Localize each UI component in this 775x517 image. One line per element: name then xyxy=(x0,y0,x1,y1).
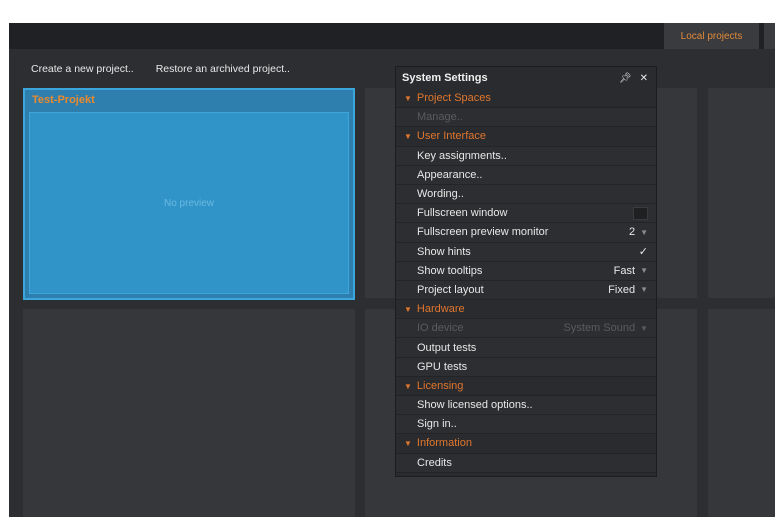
panel-header: System Settings 📌︎ ✕ xyxy=(396,67,656,89)
credits-item[interactable]: Credits xyxy=(396,453,656,473)
key-assignments-item[interactable]: Key assignments.. xyxy=(396,146,656,166)
project-layout-dropdown[interactable]: Fixed ▼ xyxy=(608,284,648,296)
restore-project-link[interactable]: Restore an archived project.. xyxy=(156,63,290,75)
tab-overflow[interactable] xyxy=(764,23,775,49)
panel-title: System Settings xyxy=(402,72,488,84)
top-bar: Local projects xyxy=(9,23,775,49)
show-tooltips-dropdown[interactable]: Fast ▼ xyxy=(614,265,648,277)
project-card[interactable]: Test-Projekt No preview xyxy=(23,88,355,300)
tab-local-projects[interactable]: Local projects xyxy=(664,23,759,49)
checkmark-icon[interactable]: ✓ xyxy=(639,245,648,258)
show-hints-item: Show hints ✓ xyxy=(396,242,656,262)
fullscreen-preview-monitor-dropdown[interactable]: 2 ▼ xyxy=(629,226,648,238)
dropdown-arrow-icon: ▼ xyxy=(640,285,648,295)
project-layout-item: Project layout Fixed ▼ xyxy=(396,280,656,301)
appearance-item[interactable]: Appearance.. xyxy=(396,165,656,185)
show-tooltips-item: Show tooltips Fast ▼ xyxy=(396,261,656,281)
expand-triangle-icon: ▼ xyxy=(404,381,412,391)
preview-placeholder: No preview xyxy=(163,197,215,209)
pin-icon[interactable]: 📌︎ xyxy=(619,73,632,84)
io-device-item: IO device System Sound ▼ xyxy=(396,319,656,339)
section-project-spaces[interactable]: ▼ Project Spaces xyxy=(396,89,656,109)
show-licensed-options-item[interactable]: Show licensed options.. xyxy=(396,396,656,416)
create-project-link[interactable]: Create a new project.. xyxy=(31,63,134,75)
expand-triangle-icon: ▼ xyxy=(404,132,412,142)
system-settings-panel: System Settings 📌︎ ✕ ▼ Project Spaces Man… xyxy=(395,66,657,477)
sign-in-item[interactable]: Sign in.. xyxy=(396,415,656,435)
application-window: Local projects Create a new project.. Re… xyxy=(9,23,775,517)
empty-project-slot[interactable] xyxy=(708,88,775,298)
output-tests-item[interactable]: Output tests xyxy=(396,338,656,358)
project-title: Test-Projekt xyxy=(32,94,95,106)
dropdown-arrow-icon: ▼ xyxy=(640,323,648,333)
expand-triangle-icon: ▼ xyxy=(404,94,412,104)
close-icon[interactable]: ✕ xyxy=(640,73,648,84)
empty-project-slot[interactable] xyxy=(23,309,355,517)
dropdown-arrow-icon: ▼ xyxy=(640,266,648,276)
io-device-dropdown: System Sound ▼ xyxy=(563,322,648,335)
expand-triangle-icon: ▼ xyxy=(404,305,412,315)
fullscreen-window-checkbox[interactable] xyxy=(633,206,648,220)
wording-item[interactable]: Wording.. xyxy=(396,184,656,205)
manage-item: Manage.. xyxy=(396,108,656,128)
section-user-interface[interactable]: ▼ User Interface xyxy=(396,127,656,147)
expand-triangle-icon: ▼ xyxy=(404,439,412,449)
section-information[interactable]: ▼ Information xyxy=(396,434,656,454)
section-licensing[interactable]: ▼ Licensing xyxy=(396,377,656,396)
project-preview: No preview xyxy=(29,112,349,294)
dropdown-arrow-icon: ▼ xyxy=(640,227,648,237)
project-actions: Create a new project.. Restore an archiv… xyxy=(31,63,290,75)
gpu-tests-item[interactable]: GPU tests xyxy=(396,357,656,377)
section-hardware[interactable]: ▼ Hardware xyxy=(396,300,656,320)
empty-project-slot[interactable] xyxy=(708,309,775,517)
fullscreen-preview-monitor-item: Fullscreen preview monitor 2 ▼ xyxy=(396,223,656,243)
settings-list: ▼ Project Spaces Manage.. ▼ User Interface… xyxy=(396,89,656,473)
fullscreen-window-item: Fullscreen window xyxy=(396,204,656,224)
